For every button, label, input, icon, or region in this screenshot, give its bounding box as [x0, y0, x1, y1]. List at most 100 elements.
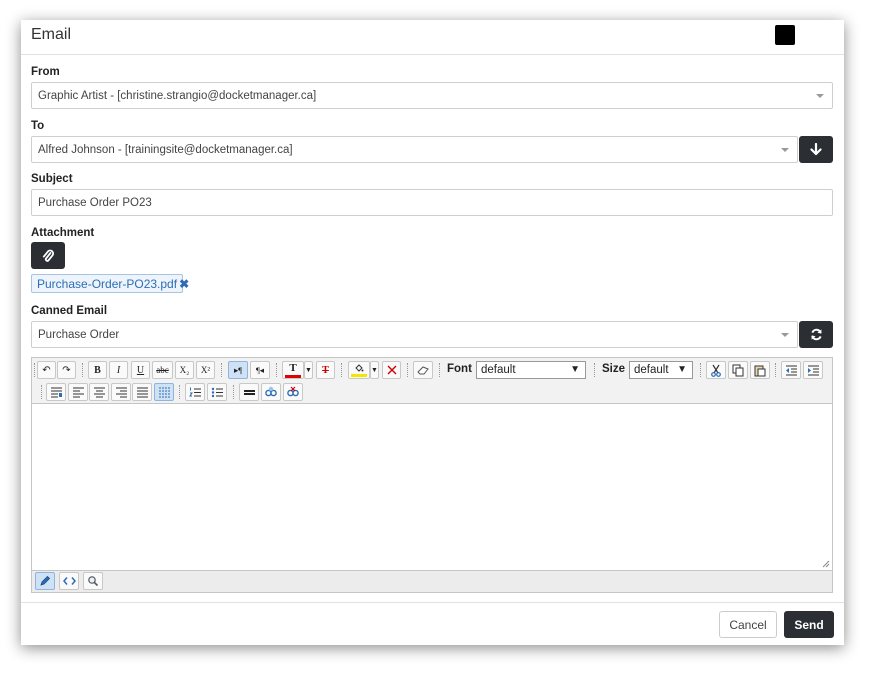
paste-button[interactable] — [750, 361, 770, 379]
canned-email-value: Purchase Order — [38, 329, 120, 341]
cut-button[interactable] — [706, 361, 726, 379]
email-dialog: Email From Graphic Artist - [christine.s… — [21, 20, 844, 645]
insert-link-button[interactable] — [261, 383, 281, 401]
insert-paragraph-button[interactable] — [46, 383, 66, 401]
dialog-header: Email — [21, 20, 844, 55]
indent-button[interactable] — [803, 361, 823, 379]
highlight-color-dropdown[interactable]: ▼ — [370, 361, 379, 379]
text-color-dropdown[interactable]: ▼ — [304, 361, 313, 379]
rich-text-editor: ↶ ↷ B I U abc X₂ X² ▸¶ ¶◂ T ▼ T ▼ Font d… — [31, 357, 833, 593]
highlight-color-button[interactable] — [348, 361, 370, 379]
rtl-button[interactable]: ¶◂ — [250, 361, 270, 379]
toolbar-separator — [775, 363, 776, 377]
attachment-label: Attachment — [31, 227, 95, 239]
align-none-button[interactable] — [154, 383, 174, 401]
cancel-button[interactable]: Cancel — [719, 611, 777, 638]
font-value: default — [481, 364, 516, 376]
size-label: Size — [602, 363, 626, 375]
undo-button[interactable]: ↶ — [37, 361, 56, 379]
editor-toolbar: ↶ ↷ B I U abc X₂ X² ▸¶ ¶◂ T ▼ T ▼ Font d… — [32, 358, 832, 404]
undo-icon: ↶ — [42, 364, 51, 376]
magnifier-icon — [88, 576, 99, 587]
resize-handle-icon[interactable] — [822, 560, 830, 568]
ordered-list-button[interactable] — [185, 383, 205, 401]
indent-icon — [807, 365, 819, 375]
code-icon — [62, 577, 76, 585]
preview-mode-button[interactable] — [83, 572, 103, 590]
to-value: Alfred Johnson - [trainingsite@docketman… — [38, 144, 293, 156]
subject-value: Purchase Order PO23 — [38, 197, 152, 209]
align-left-icon — [72, 387, 84, 397]
unlink-icon — [287, 386, 299, 397]
send-button[interactable]: Send — [784, 611, 834, 638]
toolbar-separator — [221, 363, 222, 377]
justify-icon — [136, 387, 148, 397]
text-color-icon: T — [289, 361, 297, 374]
strikethrough-button[interactable]: abc — [152, 361, 173, 379]
close-button[interactable] — [775, 25, 795, 45]
attachment-chip: Purchase-Order-PO23.pdf ✖ — [31, 274, 189, 293]
subscript-button[interactable]: X₂ — [175, 361, 194, 379]
copy-icon — [732, 364, 744, 376]
toolbar-separator — [179, 385, 180, 399]
toolbar-separator — [276, 363, 277, 377]
superscript-button[interactable]: X² — [196, 361, 215, 379]
from-label: From — [31, 66, 60, 78]
remove-highlight-icon — [387, 365, 396, 375]
superscript-icon: X² — [200, 365, 211, 375]
remove-attachment-icon[interactable]: ✖ — [179, 277, 189, 291]
align-center-button[interactable] — [89, 383, 109, 401]
paragraph-icon — [50, 387, 62, 397]
remove-text-color-button[interactable]: T — [316, 361, 335, 379]
remove-link-button[interactable] — [283, 383, 303, 401]
eraser-icon — [416, 366, 429, 375]
copy-button[interactable] — [728, 361, 748, 379]
clear-formatting-button[interactable] — [413, 361, 433, 379]
caret-down-icon: ▼ — [305, 366, 312, 374]
outdent-icon — [785, 365, 797, 375]
to-select[interactable]: Alfred Johnson - [trainingsite@docketman… — [31, 136, 798, 163]
text-color-button[interactable]: T — [282, 361, 304, 379]
subject-input[interactable]: Purchase Order PO23 — [31, 189, 833, 216]
horizontal-rule-button[interactable] — [239, 383, 259, 401]
html-mode-button[interactable] — [59, 572, 79, 590]
toolbar-separator — [594, 363, 595, 377]
italic-button[interactable]: I — [109, 361, 128, 379]
bullet-list-icon — [211, 387, 223, 397]
to-label: To — [31, 120, 45, 132]
add-recipient-button[interactable] — [799, 136, 833, 163]
editor-content-area[interactable] — [32, 405, 832, 572]
size-select[interactable]: default ▼ — [629, 361, 693, 379]
align-left-button[interactable] — [68, 383, 88, 401]
align-right-button[interactable] — [111, 383, 131, 401]
toolbar-separator — [41, 385, 42, 399]
align-center-icon — [93, 387, 105, 397]
underline-button[interactable]: U — [131, 361, 150, 379]
paint-bucket-icon — [355, 363, 364, 372]
chevron-down-icon — [781, 148, 789, 152]
ltr-button[interactable]: ▸¶ — [228, 361, 248, 379]
remove-color-icon: T — [322, 364, 329, 376]
subscript-icon: X₂ — [179, 365, 190, 375]
bullet-list-button[interactable] — [207, 383, 227, 401]
remove-highlight-button[interactable] — [382, 361, 401, 379]
bold-button[interactable]: B — [88, 361, 107, 379]
italic-icon: I — [116, 364, 121, 376]
redo-button[interactable]: ↷ — [57, 361, 76, 379]
from-select[interactable]: Graphic Artist - [christine.strangio@doc… — [31, 82, 833, 109]
toolbar-separator — [439, 363, 440, 377]
justify-button[interactable] — [132, 383, 152, 401]
refresh-canned-button[interactable] — [799, 321, 833, 348]
attach-file-button[interactable] — [31, 242, 65, 269]
attachment-filename[interactable]: Purchase-Order-PO23.pdf — [37, 277, 177, 291]
dialog-title: Email — [31, 26, 72, 43]
design-mode-button[interactable] — [35, 572, 55, 590]
outdent-button[interactable] — [781, 361, 801, 379]
canned-email-select[interactable]: Purchase Order — [31, 321, 798, 348]
arrow-down-icon — [810, 143, 822, 156]
paste-icon — [754, 365, 766, 376]
toolbar-separator — [700, 363, 701, 377]
ordered-list-icon — [188, 387, 201, 396]
caret-down-icon: ▼ — [371, 366, 378, 374]
font-select[interactable]: default ▼ — [476, 361, 586, 379]
